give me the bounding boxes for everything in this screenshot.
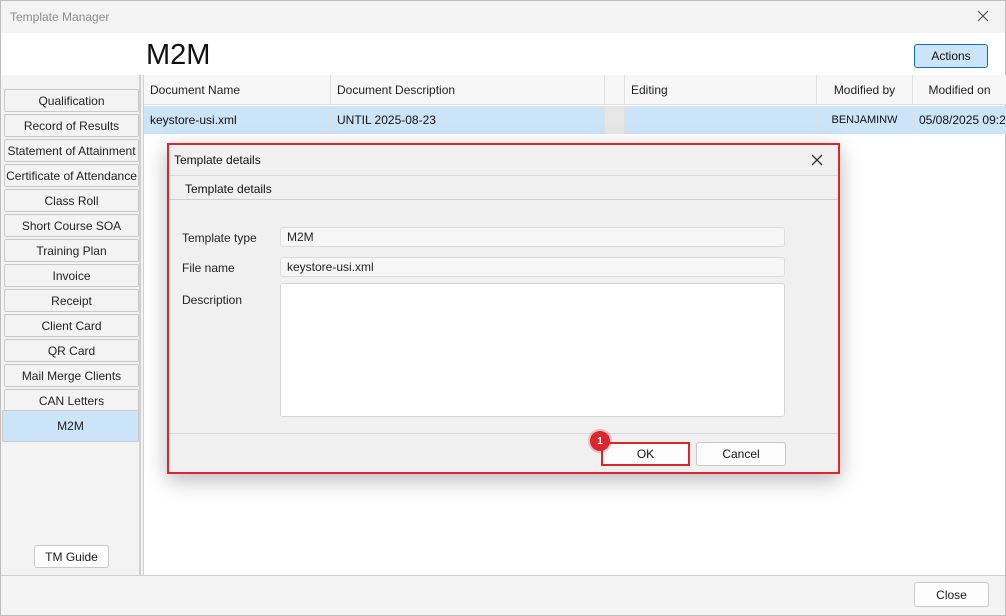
sidebar-item-receipt[interactable]: Receipt xyxy=(4,289,139,312)
cell-modified-by: BENJAMINW xyxy=(817,106,913,134)
page-title: M2M xyxy=(146,39,211,71)
sidebar-item-class-roll[interactable]: Class Roll xyxy=(4,189,139,212)
title-bar: Template Manager xyxy=(1,1,1005,33)
cell-document-name: keystore-usi.xml xyxy=(144,106,331,134)
cell-document-description: UNTIL 2025-08-23 xyxy=(331,106,605,134)
table-row[interactable]: keystore-usi.xml UNTIL 2025-08-23 BENJAM… xyxy=(144,106,1006,134)
dialog-title: Template details xyxy=(174,153,261,167)
actions-button[interactable]: Actions xyxy=(914,44,988,68)
column-header-editing[interactable]: Editing xyxy=(625,75,817,105)
column-header-modified-by[interactable]: Modified by xyxy=(817,75,913,105)
window-footer xyxy=(1,575,1005,615)
close-icon[interactable] xyxy=(975,8,991,24)
sidebar-item-qualification[interactable]: Qualification xyxy=(4,89,139,112)
sidebar-item-certificate-of-attendance[interactable]: Certificate of Attendance xyxy=(4,164,139,187)
dialog-close-icon[interactable] xyxy=(810,153,824,167)
window-title: Template Manager xyxy=(10,10,110,24)
sidebar-item-mail-merge-clients[interactable]: Mail Merge Clients xyxy=(4,364,139,387)
file-name-label: File name xyxy=(182,261,235,275)
sidebar-item-statement-of-attainment[interactable]: Statement of Attainment xyxy=(4,139,139,162)
description-label: Description xyxy=(182,293,243,307)
sidebar-item-client-card[interactable]: Client Card xyxy=(4,314,139,337)
sidebar-item-training-plan[interactable]: Training Plan xyxy=(4,239,139,262)
sidebar-item-record-of-results[interactable]: Record of Results xyxy=(4,114,139,137)
template-details-dialog: Template details Template details Templa… xyxy=(167,143,840,474)
template-type-label: Template type xyxy=(182,231,257,245)
dialog-body: Template type M2M File name keystore-usi… xyxy=(169,201,838,433)
template-sidebar: Qualification Record of Results Statemen… xyxy=(1,75,141,575)
close-button[interactable]: Close xyxy=(914,582,989,607)
sidebar-item-short-course-soa[interactable]: Short Course SOA xyxy=(4,214,139,237)
dialog-tab-label: Template details xyxy=(185,182,272,196)
dialog-title-bar: Template details xyxy=(169,145,838,176)
description-textarea[interactable] xyxy=(280,283,785,417)
dialog-footer: OK Cancel xyxy=(169,433,838,472)
column-header-modified-on[interactable]: Modified on xyxy=(913,75,1006,105)
cell-flag xyxy=(605,106,625,134)
cancel-button[interactable]: Cancel xyxy=(696,442,786,466)
template-type-field: M2M xyxy=(280,227,785,247)
sidebar-item-invoice[interactable]: Invoice xyxy=(4,264,139,287)
dialog-tab-template-details[interactable]: Template details xyxy=(169,176,838,200)
file-name-field: keystore-usi.xml xyxy=(280,257,785,277)
cell-editing xyxy=(625,106,817,134)
column-header-document-description[interactable]: Document Description xyxy=(331,75,605,105)
sidebar-item-can-letters[interactable]: CAN Letters xyxy=(4,389,139,412)
sidebar-item-qr-card[interactable]: QR Card xyxy=(4,339,139,362)
column-header-document-name[interactable]: Document Name xyxy=(144,75,331,105)
step-badge: 1 xyxy=(590,431,610,451)
ok-button[interactable]: OK xyxy=(601,442,690,466)
grid-header: Document Name Document Description Editi… xyxy=(144,75,1006,105)
tm-guide-button[interactable]: TM Guide xyxy=(34,545,109,568)
cell-modified-on: 05/08/2025 09:2 xyxy=(919,113,1006,127)
column-header-flag[interactable] xyxy=(605,75,625,105)
sidebar-item-m2m[interactable]: M2M xyxy=(2,410,139,442)
